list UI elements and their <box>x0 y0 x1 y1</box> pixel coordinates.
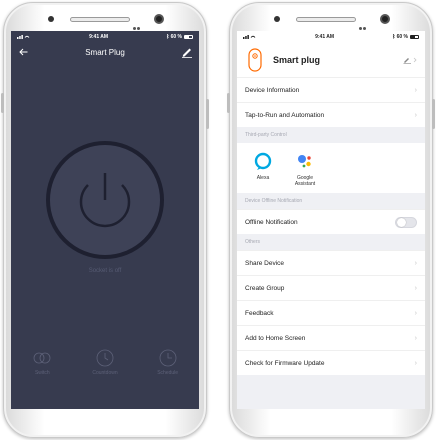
tap-to-run-row[interactable]: Tap-to-Run and Automation › <box>237 102 425 127</box>
row-label: Device Information <box>245 86 300 94</box>
google-assistant-label: Google Assistant <box>294 175 316 187</box>
signal-icon <box>17 34 31 41</box>
switch-label: Switch <box>34 370 50 376</box>
row-label: Feedback <box>245 309 274 317</box>
alexa-icon <box>252 150 274 172</box>
alexa-button[interactable]: Alexa <box>245 150 281 181</box>
bluetooth-icon: ᛒ <box>166 34 170 40</box>
signal-icon <box>243 34 257 41</box>
battery-text: 60 % <box>170 34 182 40</box>
power-button <box>206 99 209 129</box>
chevron-right-icon: › <box>414 111 417 119</box>
toggle-icon <box>33 349 51 367</box>
chevron-right-icon: › <box>414 334 417 342</box>
countdown-button[interactable]: Countdown <box>80 349 130 376</box>
chevron-right-icon: › <box>414 309 417 317</box>
schedule-button[interactable]: Schedule <box>143 349 193 376</box>
firmware-update-row[interactable]: Check for Firmware Update › <box>237 350 425 375</box>
front-camera <box>380 14 390 24</box>
power-toggle-button[interactable] <box>46 141 164 259</box>
phone-frame-left: 9:41 AM ᛒ 60 % Smart Plug Socket is off <box>1 2 209 438</box>
edit-pencil-icon <box>403 57 417 64</box>
battery-icon <box>410 34 419 39</box>
section-header-offline: Device Offline Notification <box>245 198 303 204</box>
battery-text: 60 % <box>396 34 408 40</box>
socket-status-text: Socket is off <box>88 268 122 274</box>
row-label: Check for Firmware Update <box>245 359 325 367</box>
phone-frame-right: 9:41 AM ᛒ 60 % Smart plug Device Informa… <box>227 2 435 438</box>
row-label: Share Device <box>245 259 285 267</box>
third-party-list: Alexa Google Assistant <box>237 143 425 193</box>
row-label: Offline Notification <box>245 218 298 226</box>
bottom-action-bar: Switch Countdown Schedule <box>11 349 199 376</box>
status-bar: 9:41 AM ᛒ 60 % <box>237 31 425 43</box>
sensor-dot <box>274 16 280 22</box>
volume-button <box>227 93 230 113</box>
device-name: Smart plug <box>273 55 321 65</box>
front-camera <box>154 14 164 24</box>
device-settings-screen: 9:41 AM ᛒ 60 % Smart plug Device Informa… <box>237 31 425 409</box>
share-device-row[interactable]: Share Device › <box>237 250 425 275</box>
chevron-right-icon: › <box>414 284 417 292</box>
chevron-right-icon: › <box>414 359 417 367</box>
device-information-row[interactable]: Device Information › <box>237 77 425 102</box>
smart-plug-icon <box>245 47 265 73</box>
alexa-label: Alexa <box>256 175 270 181</box>
row-label: Tap-to-Run and Automation <box>245 111 325 119</box>
page-title: Smart Plug <box>85 47 125 57</box>
offline-notification-toggle[interactable] <box>395 216 417 228</box>
section-header-others: Others <box>245 239 261 245</box>
bluetooth-icon: ᛒ <box>392 34 396 40</box>
chevron-right-icon: › <box>414 86 417 94</box>
create-group-row[interactable]: Create Group › <box>237 275 425 300</box>
sensor-dot <box>48 16 54 22</box>
row-label: Add to Home Screen <box>245 334 306 342</box>
google-assistant-icon <box>294 150 316 172</box>
speaker-grille <box>296 17 356 22</box>
clock-icon <box>159 349 177 367</box>
volume-button <box>1 93 4 113</box>
switch-button[interactable]: Switch <box>17 349 67 376</box>
toggle-knob <box>397 218 406 227</box>
edit-pencil-icon[interactable] <box>181 46 193 58</box>
schedule-label: Schedule <box>157 370 179 376</box>
edit-name-button[interactable] <box>403 55 417 65</box>
speaker-grille <box>70 17 130 22</box>
top-nav: Smart Plug <box>11 43 199 61</box>
speaker-dots <box>359 17 369 30</box>
status-time: 9:41 AM <box>89 34 109 40</box>
battery-icon <box>184 34 193 39</box>
section-header-third-party: Third-party Control <box>245 132 287 138</box>
battery-indicator: ᛒ 60 % <box>392 34 419 40</box>
google-assistant-button[interactable]: Google Assistant <box>287 150 323 187</box>
countdown-label: Countdown <box>92 370 118 376</box>
offline-notification-row: Offline Notification <box>237 209 425 234</box>
chevron-right-icon: › <box>414 259 417 267</box>
power-icon <box>79 173 131 228</box>
status-time: 9:41 AM <box>315 34 335 40</box>
power-button <box>432 99 435 129</box>
smart-plug-screen: 9:41 AM ᛒ 60 % Smart Plug Socket is off <box>11 31 199 409</box>
battery-indicator: ᛒ 60 % <box>166 34 193 40</box>
row-label: Create Group <box>245 284 285 292</box>
add-to-home-screen-row[interactable]: Add to Home Screen › <box>237 325 425 350</box>
device-header: Smart plug <box>237 43 425 77</box>
timer-icon <box>96 349 114 367</box>
back-arrow-icon[interactable] <box>17 46 29 58</box>
speaker-dots <box>133 17 143 30</box>
feedback-row[interactable]: Feedback › <box>237 300 425 325</box>
status-bar: 9:41 AM ᛒ 60 % <box>11 31 199 43</box>
